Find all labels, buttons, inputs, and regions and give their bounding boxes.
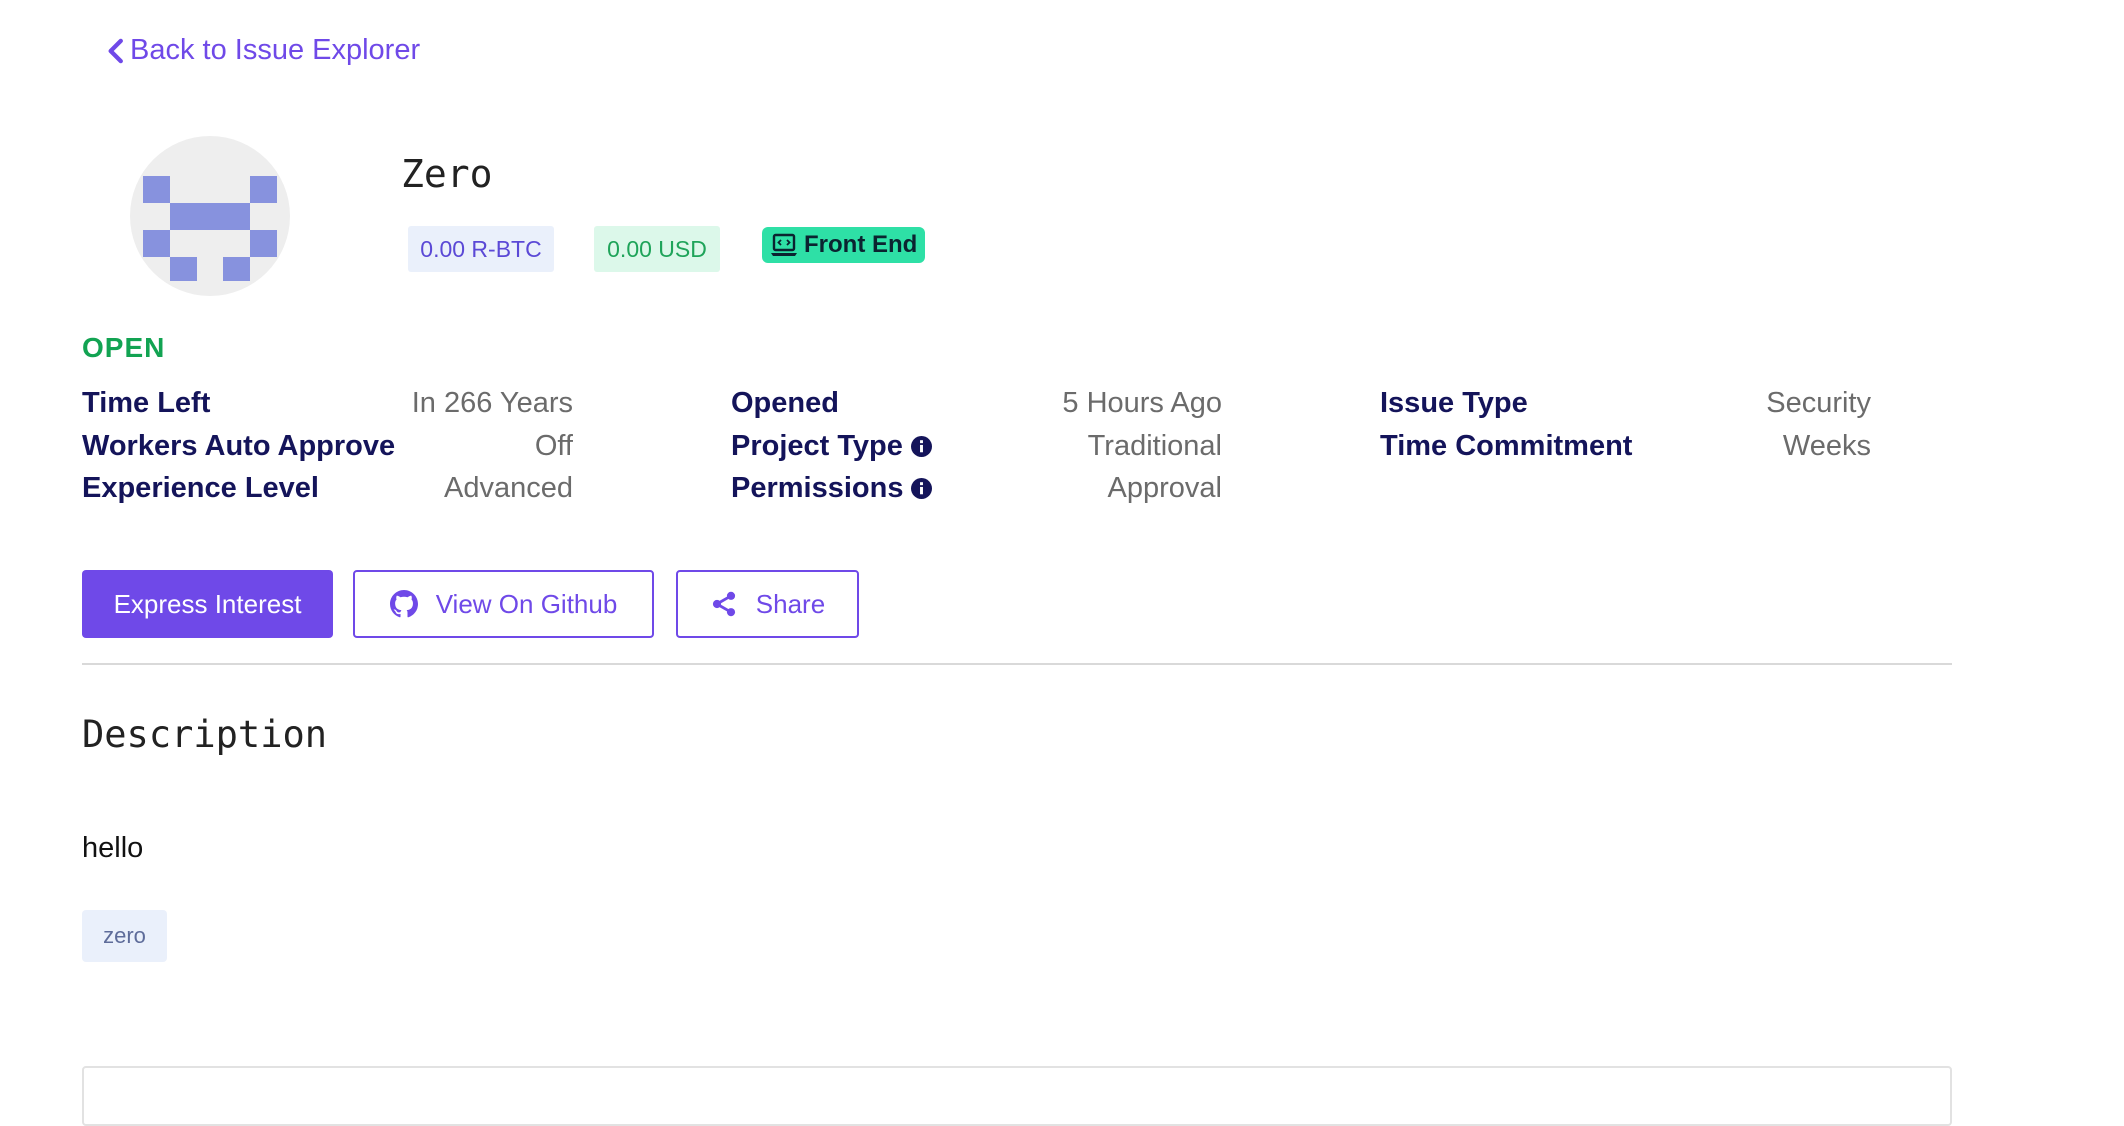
- keyword-tag[interactable]: zero: [82, 910, 167, 962]
- description-body: hello: [82, 832, 144, 864]
- project-type-label-text: Project Type: [731, 430, 903, 462]
- issue-title: Zero: [401, 152, 493, 196]
- info-circle-icon[interactable]: [910, 436, 932, 457]
- bottom-panel: [82, 1066, 1952, 1126]
- workers-auto-approve-value: Off: [534, 430, 573, 462]
- category-label: Front End: [804, 231, 918, 258]
- back-link-label: Back to Issue Explorer: [130, 34, 421, 66]
- view-on-github-button[interactable]: View On Github: [353, 570, 654, 638]
- project-type-value: Traditional: [1087, 430, 1222, 462]
- permissions-label: Permissions: [731, 472, 933, 505]
- issue-type-label: Issue Type: [1380, 387, 1528, 419]
- time-left-value: In 266 Years: [411, 387, 573, 419]
- project-type-label: Project Type: [731, 430, 932, 463]
- view-on-github-label: View On Github: [435, 588, 618, 619]
- experience-level-label: Experience Level: [82, 472, 319, 504]
- issue-type-value: Security: [1766, 387, 1871, 419]
- opened-label: Opened: [731, 387, 839, 419]
- description-heading: Description: [82, 713, 328, 756]
- permissions-label-text: Permissions: [731, 472, 904, 504]
- avatar: [130, 136, 290, 296]
- experience-level-value: Advanced: [444, 472, 573, 504]
- back-to-issue-explorer-link[interactable]: Back to Issue Explorer: [106, 34, 420, 67]
- opened-value: 5 Hours Ago: [1062, 387, 1222, 419]
- info-circle-icon[interactable]: [911, 478, 933, 499]
- express-interest-button[interactable]: Express Interest: [82, 570, 333, 638]
- time-left-label: Time Left: [82, 387, 211, 419]
- category-badge: Front End: [762, 227, 926, 263]
- share-icon: [712, 591, 735, 617]
- chevron-left-icon: [108, 38, 123, 63]
- identicon-image: [143, 176, 277, 281]
- amount-usd-badge: 0.00 USD: [594, 226, 720, 272]
- permissions-value: Approval: [1107, 472, 1222, 504]
- share-button[interactable]: Share: [676, 570, 859, 638]
- section-divider: [82, 663, 1952, 665]
- laptop-code-icon: [771, 233, 797, 256]
- share-label: Share: [755, 588, 826, 619]
- time-commitment-value: Weeks: [1782, 430, 1871, 462]
- github-icon: [389, 590, 418, 618]
- status-badge: OPEN: [82, 332, 166, 363]
- amount-rbtc-badge: 0.00 R-BTC: [408, 226, 554, 272]
- workers-auto-approve-label: Workers Auto Approve: [82, 430, 396, 462]
- time-commitment-label: Time Commitment: [1380, 430, 1633, 462]
